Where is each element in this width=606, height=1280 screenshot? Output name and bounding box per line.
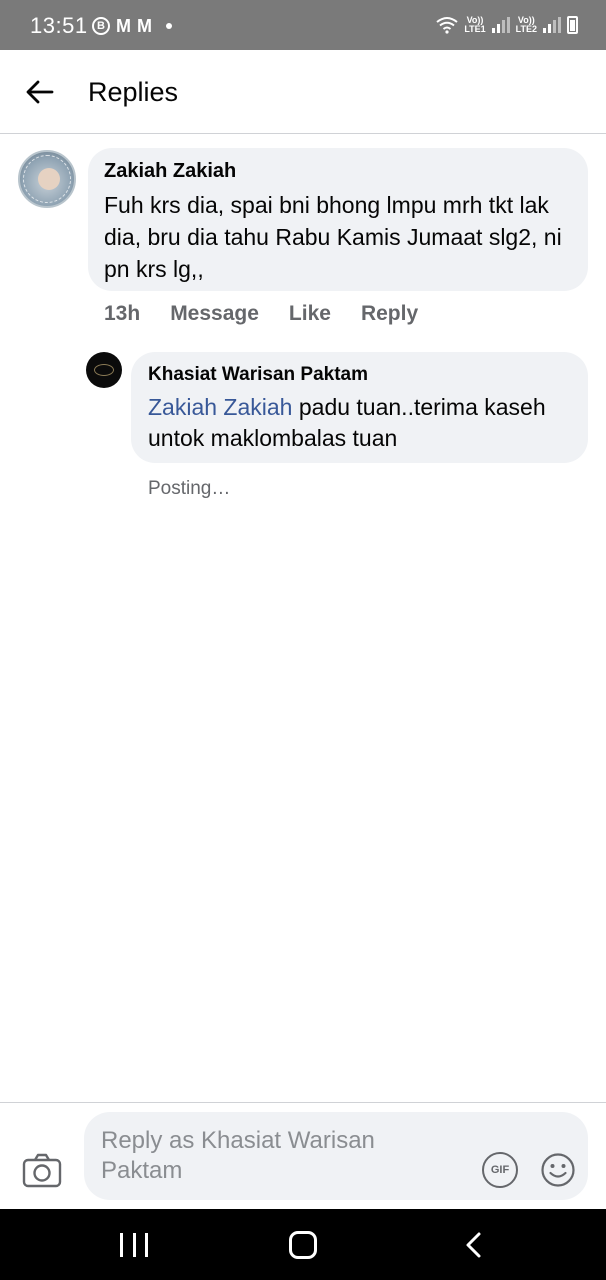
- camera-icon: [22, 1153, 62, 1188]
- notification-icons: B M M: [92, 17, 172, 35]
- reply-text: Zakiah Zakiah padu tuan..terima kaseh un…: [148, 392, 571, 454]
- sim1-label: Vo)) LTE1: [464, 15, 486, 34]
- recent-apps-button[interactable]: [120, 1233, 148, 1257]
- comment-actions: 13h Message Like Reply: [104, 302, 448, 326]
- page-title: Replies: [88, 77, 179, 107]
- like-button[interactable]: Like: [289, 302, 331, 326]
- emoji-icon: [541, 1153, 575, 1187]
- comment-text: Fuh krs dia, spai bni bhong lmpu mrh tkt…: [104, 192, 562, 282]
- status-bar: 13:51 B M M Vo)) LTE1 Vo)) LTE2: [0, 0, 606, 50]
- sim2-label: Vo)) LTE2: [515, 15, 537, 34]
- system-navigation-bar: [0, 1209, 606, 1280]
- m-icon: M: [116, 16, 131, 36]
- reply-author[interactable]: Khasiat Warisan Paktam: [148, 364, 571, 386]
- m-icon: M: [137, 16, 152, 36]
- signal-bars-icon: [543, 17, 561, 33]
- posting-status: Posting…: [148, 478, 231, 499]
- commenter-avatar[interactable]: [18, 150, 76, 208]
- reply-composer: Reply as Khasiat Warisan Paktam GIF: [0, 1102, 606, 1209]
- reply-bubble[interactable]: Khasiat Warisan Paktam Zakiah Zakiah pad…: [131, 352, 588, 463]
- gif-button[interactable]: GIF: [482, 1152, 518, 1188]
- reply-input[interactable]: Reply as Khasiat Warisan Paktam GIF: [84, 1112, 588, 1200]
- mention-link[interactable]: Zakiah Zakiah: [148, 394, 292, 420]
- comment-time: 13h: [104, 302, 141, 325]
- camera-button[interactable]: [22, 1153, 62, 1193]
- signal-bars-icon: [491, 17, 510, 33]
- arrow-left-icon: [26, 80, 54, 104]
- reply-button[interactable]: Reply: [361, 302, 418, 326]
- battery-icon: [567, 16, 578, 34]
- message-button[interactable]: Message: [170, 302, 259, 326]
- wifi-icon: [436, 17, 458, 34]
- chevron-left-icon: [466, 1232, 481, 1258]
- comment-bubble[interactable]: Zakiah Zakiah Fuh krs dia, spai bni bhon…: [88, 148, 588, 291]
- dot-icon: [166, 23, 172, 29]
- system-icons: Vo)) LTE1 Vo)) LTE2: [436, 16, 578, 34]
- emoji-button[interactable]: [540, 1152, 576, 1188]
- status-time: 13:51: [30, 13, 88, 38]
- replies-header: Replies: [0, 50, 606, 134]
- reply-placeholder: Reply as Khasiat Warisan Paktam: [101, 1127, 375, 1184]
- back-nav-button[interactable]: [462, 1231, 488, 1259]
- home-button[interactable]: [289, 1231, 317, 1259]
- back-button[interactable]: [20, 72, 60, 112]
- replier-avatar[interactable]: [86, 352, 122, 388]
- comment-author[interactable]: Zakiah Zakiah: [104, 160, 572, 183]
- b-circle-icon: B: [92, 17, 110, 35]
